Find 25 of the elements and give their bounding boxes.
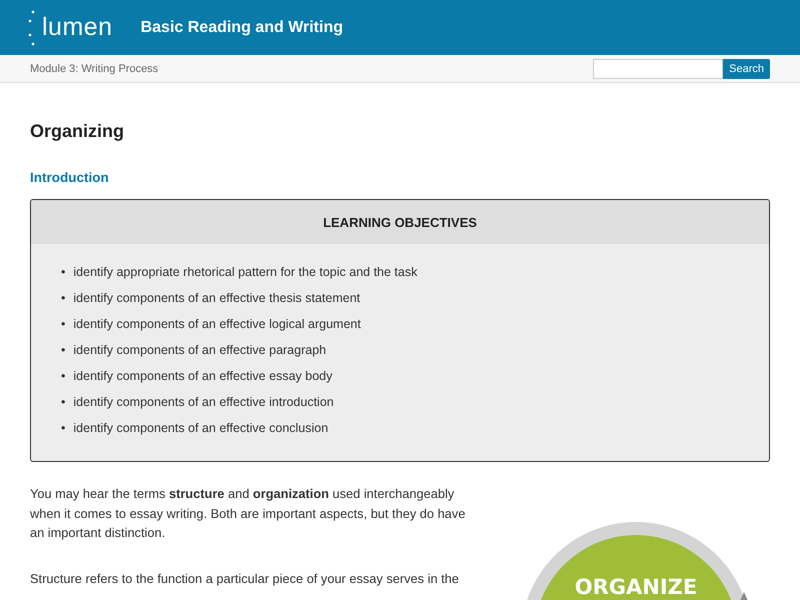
bullet-marker: • [61,264,66,280]
page-title: Organizing [30,121,125,142]
objective-item: identify components of an effective essay body [73,368,332,384]
logo-text: lumen [42,13,113,42]
objective-item: identify components of an effective paragraph [73,342,326,358]
objective-item: identify appropriate rhetorical pattern for the topic and the task [73,264,418,280]
course-title: Basic Reading and Writing [140,18,343,36]
dots-logo-icon [28,10,36,46]
objective-item: identify components of an effective logical argument [73,316,361,332]
bullet-marker: • [61,368,66,384]
objective-item: identify components of an effective conclusion [73,420,328,436]
module-link[interactable]: Module 3: Writing Process [30,62,158,74]
objective-item: identify components of an effective introduction [73,394,334,410]
bullet-marker: • [61,290,66,306]
objective-item: identify components of an effective thesis statement [73,290,360,306]
search-field[interactable] [593,58,724,78]
paragraph: Structure refers to the function a particular piece of your essay serves in the [30,570,460,588]
paragraph: You may hear the terms structure and organization used interchangeably when it comes to essay writing. Both are important aspects, but they do have an important distinction. [30,485,466,542]
bullet-marker: • [61,316,66,332]
search-button[interactable]: Search [723,58,770,78]
bullet-marker: • [61,420,66,436]
objectives-title: LEARNING OBJECTIVES [323,214,477,230]
bullet-marker: • [61,342,66,358]
bullet-marker: • [61,394,66,410]
section-heading: Introduction [30,170,110,185]
